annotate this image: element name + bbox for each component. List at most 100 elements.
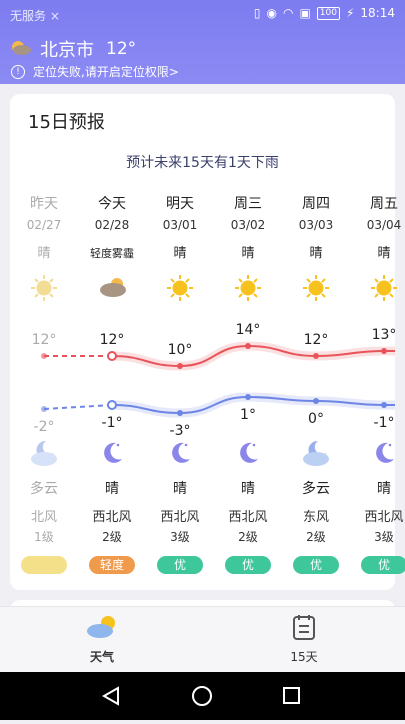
- temp-label: -3°: [170, 423, 191, 439]
- trend-glow: [111, 392, 395, 418]
- night-condition: 晴: [173, 481, 187, 497]
- day-condition: 晴: [37, 246, 51, 261]
- day-date: 03/01: [162, 218, 198, 232]
- day-date: 02/27: [26, 218, 62, 232]
- temp-label: 13°: [372, 327, 395, 343]
- city-name: 北京市: [40, 40, 94, 61]
- aqi-badge: 轻度: [89, 556, 135, 574]
- wind-level: 2级: [306, 530, 326, 544]
- temp-point: [41, 353, 47, 359]
- sim-icon: ▣: [299, 6, 311, 20]
- nav-15day[interactable]: 15天: [264, 613, 344, 665]
- day-name: 今天: [98, 196, 126, 212]
- aqi-badge: 优: [157, 556, 203, 574]
- wind-level: 3级: [374, 530, 394, 544]
- aqi-badge: 优: [361, 556, 405, 574]
- trend-line: [111, 344, 395, 368]
- cloudy-night-icon: [302, 439, 334, 471]
- temp-point: [245, 394, 251, 400]
- eye-icon: ◉: [266, 6, 277, 20]
- sun-icon: [235, 275, 261, 301]
- night-condition: 多云: [30, 481, 58, 497]
- forecast-column[interactable]: 昨天 02/27 晴: [10, 194, 78, 264]
- charging-icon: ⚡: [345, 6, 355, 20]
- forecast-summary: 预计未来15天有1天下雨: [126, 155, 279, 171]
- trend-line: [111, 395, 395, 415]
- forecast-column[interactable]: 周三 03/02 晴: [214, 194, 282, 264]
- weather-icon: [87, 616, 115, 638]
- temp-label: 0°: [308, 411, 324, 427]
- temp-label: 10°: [168, 342, 193, 358]
- day-condition: 晴: [309, 246, 323, 261]
- wind-direction: 西北风: [160, 510, 200, 525]
- aqi-badge: 优: [293, 556, 339, 574]
- temp-label: 12°: [32, 332, 57, 348]
- current-temp: 12°: [106, 39, 137, 59]
- wind-direction: 北风: [30, 510, 57, 525]
- day-name: 周四: [302, 196, 330, 212]
- night-condition: 晴: [105, 481, 119, 497]
- moon-icon: [98, 439, 126, 471]
- forecast-column[interactable]: 明天 03/01 晴: [146, 194, 214, 264]
- location-row[interactable]: 北京市 12°: [10, 36, 136, 62]
- back-icon[interactable]: [101, 686, 119, 706]
- temp-label: 1°: [240, 407, 256, 423]
- cloudy-night-icon: [30, 439, 62, 471]
- temp-point: [381, 402, 387, 408]
- location-warning[interactable]: ! 定位失败,请开启定位权限>: [11, 63, 179, 80]
- day-condition: 晴: [173, 246, 187, 261]
- day-condition: 晴: [377, 246, 391, 261]
- day-name: 明天: [166, 196, 194, 212]
- day-date: 02/28: [94, 218, 130, 232]
- wind-direction: 东风: [302, 510, 329, 525]
- warning-text: 定位失败,请开启定位权限>: [33, 65, 179, 79]
- forecast-card: 15日预报 预计未来15天有1天下雨 昨天 02/27 晴多云 北风 1级 今天 02/28…: [10, 94, 405, 590]
- carrier-status: 无服务 ×: [10, 9, 60, 23]
- wind-direction: 西北风: [228, 510, 268, 525]
- moon-icon: [166, 439, 194, 471]
- trend-glow: [111, 341, 395, 371]
- nav-weather[interactable]: 天气: [62, 613, 142, 665]
- day-name: 昨天: [30, 196, 58, 212]
- recents-icon[interactable]: [283, 687, 300, 704]
- wind-level: 3级: [170, 530, 190, 544]
- forecast-column[interactable]: 周五 03/04 晴: [350, 194, 405, 264]
- temp-label: 12°: [304, 332, 329, 348]
- temp-label: -2°: [34, 419, 55, 435]
- temp-label: 12°: [100, 332, 125, 348]
- day-condition: 轻度雾霾: [90, 247, 134, 260]
- night-condition: 晴: [377, 481, 391, 497]
- nav-15day-label: 15天: [290, 650, 318, 664]
- temp-point: [177, 410, 183, 416]
- system-navigation-bar: [0, 672, 405, 720]
- status-icons: ▯ ◉ ◠ ▣ 100 ⚡ 18:14: [254, 6, 395, 20]
- card-title: 15日预报: [28, 112, 105, 133]
- wifi-icon: ◠: [282, 6, 294, 20]
- sun-icon: [303, 275, 329, 301]
- day-name: 周三: [234, 196, 262, 212]
- sun-icon: [31, 275, 57, 301]
- header: 无服务 × ▯ ◉ ◠ ▣ 100 ⚡ 18:14 北京市 12° ! 定位失败…: [0, 0, 405, 84]
- home-icon[interactable]: [192, 686, 212, 706]
- temp-point: [41, 406, 47, 412]
- forecast-column[interactable]: 今天 02/28 轻度雾霾: [78, 194, 146, 264]
- battery-icon: 100: [316, 6, 340, 20]
- sun-icon: [371, 275, 397, 301]
- bottom-navigation: 天气 15天: [0, 606, 405, 673]
- moon-icon: [234, 439, 262, 471]
- nav-weather-label: 天气: [89, 650, 114, 664]
- today-point: [107, 400, 117, 410]
- temp-point: [177, 363, 183, 369]
- temp-point: [245, 343, 251, 349]
- temp-label: -1°: [102, 415, 123, 431]
- sun-icon: [167, 275, 193, 301]
- day-name: 周五: [370, 196, 398, 212]
- day-date: 03/02: [230, 218, 266, 232]
- day-date: 03/03: [298, 218, 334, 232]
- wind-level: 2级: [238, 530, 258, 544]
- forecast-column[interactable]: 周四 03/03 晴: [282, 194, 350, 264]
- moon-icon: [370, 439, 398, 471]
- status-bar: 无服务 × ▯ ◉ ◠ ▣ 100 ⚡ 18:14: [0, 0, 405, 28]
- temp-point: [313, 398, 319, 404]
- haze-icon: [99, 275, 126, 301]
